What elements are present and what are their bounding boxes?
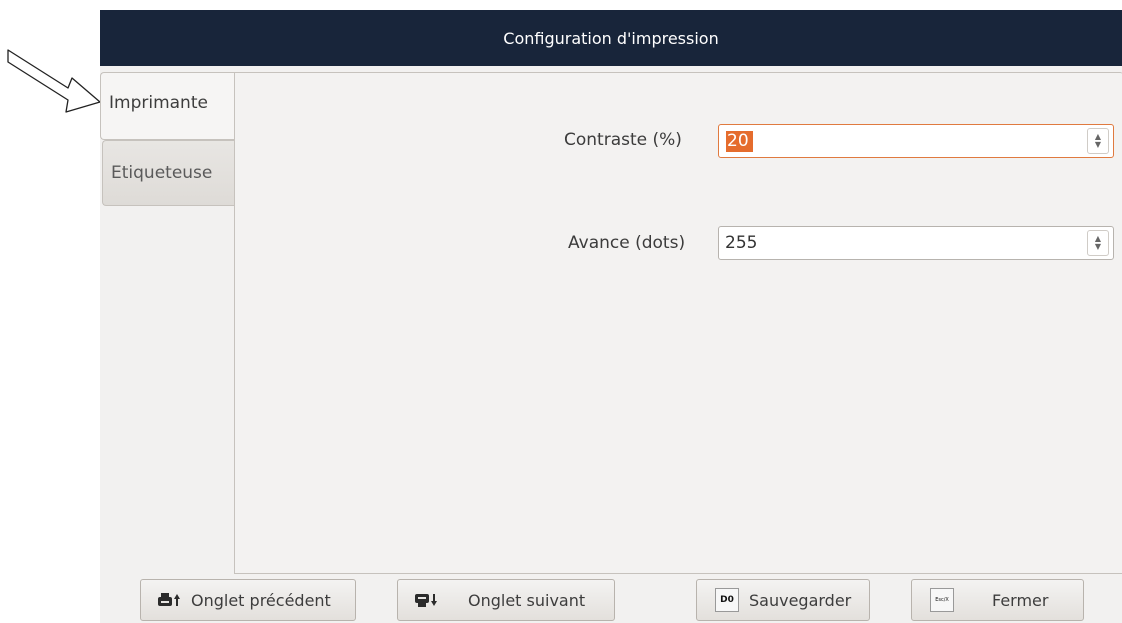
- tab-imprimante[interactable]: Imprimante: [100, 72, 235, 140]
- d0-key-icon: D0: [715, 588, 739, 612]
- tab-label: Etiqueteuse: [111, 163, 213, 183]
- contrast-label: Contraste (%): [564, 130, 682, 150]
- chevron-down-icon[interactable]: ▼: [1095, 243, 1101, 251]
- printer-up-icon: [157, 588, 181, 612]
- window-titlebar: Configuration d'impression: [100, 10, 1122, 66]
- printer-down-icon: [414, 588, 438, 612]
- advance-input[interactable]: [719, 227, 1087, 259]
- window-title: Configuration d'impression: [503, 28, 719, 48]
- next-tab-label: Onglet suivant: [468, 590, 586, 610]
- esc-key-text: Esc/X: [935, 597, 949, 603]
- d0-key-text: D0: [720, 595, 734, 605]
- previous-tab-button[interactable]: Onglet précédent: [140, 579, 356, 621]
- contrast-stepper[interactable]: ▲ ▼: [1087, 128, 1109, 154]
- contrast-input[interactable]: [719, 125, 1087, 157]
- chevron-down-icon[interactable]: ▼: [1095, 141, 1101, 149]
- save-button[interactable]: D0 Sauvegarder: [696, 579, 870, 621]
- previous-tab-label: Onglet précédent: [191, 590, 331, 610]
- tab-label: Imprimante: [109, 93, 208, 113]
- close-button[interactable]: Esc/X Fermer: [911, 579, 1084, 621]
- tab-panel: Contraste (%) 20 ▲ ▼ Avance (dots) ▲ ▼: [234, 72, 1122, 574]
- advance-stepper[interactable]: ▲ ▼: [1087, 230, 1109, 256]
- contrast-spinbox[interactable]: 20 ▲ ▼: [718, 124, 1114, 158]
- save-label: Sauvegarder: [749, 590, 852, 610]
- pointer-arrow-icon: [7, 49, 101, 113]
- close-label: Fermer: [992, 590, 1049, 610]
- next-tab-button[interactable]: Onglet suivant: [397, 579, 615, 621]
- advance-spinbox[interactable]: ▲ ▼: [718, 226, 1114, 260]
- tab-etiqueteuse[interactable]: Etiqueteuse: [102, 140, 235, 206]
- advance-label: Avance (dots): [568, 233, 686, 253]
- contrast-selected-text: 20: [726, 131, 753, 152]
- esc-key-icon: Esc/X: [930, 588, 954, 612]
- dialog-content: Imprimante Etiqueteuse Contraste (%) 20 …: [100, 66, 1122, 623]
